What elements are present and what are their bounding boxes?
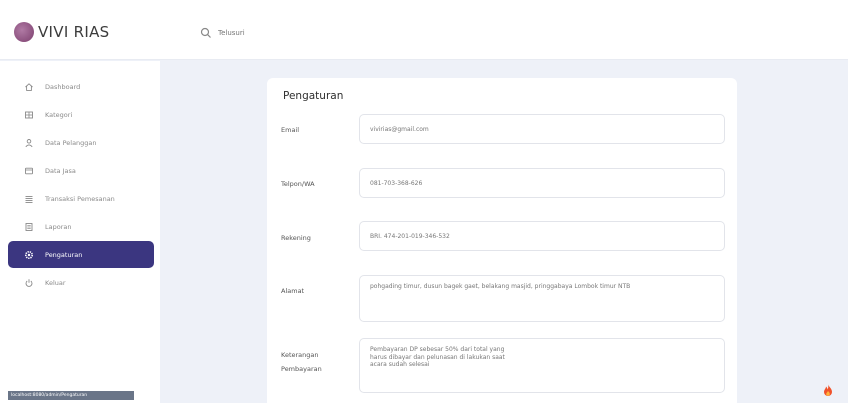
sidebar-item-label: Data Jasa [45, 166, 76, 175]
search-icon[interactable] [200, 27, 212, 39]
payment-note-field[interactable]: Pembayaran DP sebesar 50% dari total yan… [359, 338, 725, 393]
status-url-bar: localhost:8080/admin/Pengaturan [8, 391, 134, 400]
email-field[interactable] [359, 114, 725, 144]
settings-card: Pengaturan Email Telpon/WA Rekening Alam… [267, 78, 737, 403]
address-label: Alamat [281, 287, 305, 295]
search-input[interactable] [218, 29, 398, 37]
home-icon [25, 82, 33, 91]
sidebar-item-data-jasa[interactable]: Data Jasa [8, 157, 154, 184]
grid-icon [25, 111, 33, 118]
sidebar-item-label: Kategori [45, 110, 73, 119]
sidebar-item-data-pelanggan[interactable]: Data Pelanggan [8, 129, 154, 156]
sidebar-item-keluar[interactable]: Keluar [8, 269, 154, 296]
list-icon [25, 195, 33, 203]
sidebar-item-dashboard[interactable]: Dashboard [8, 73, 154, 100]
account-label: Rekening [281, 234, 311, 242]
top-bar: VIVI RIAS [0, 0, 848, 60]
search-bar [200, 27, 398, 39]
sidebar-item-pengaturan[interactable]: Pengaturan [8, 241, 154, 268]
payment-note-label-line2: Pembayaran [281, 365, 322, 373]
email-row: Email [281, 114, 727, 146]
phone-label: Telpon/WA [281, 180, 315, 188]
phone-row: Telpon/WA [281, 168, 727, 200]
account-field[interactable] [359, 221, 725, 251]
fire-icon[interactable] [823, 384, 833, 397]
sidebar-item-label: Keluar [45, 278, 66, 287]
sidebar: Dashboard Kategori Data Pelanggan Data J… [0, 61, 160, 403]
user-icon [25, 138, 33, 147]
sidebar-item-label: Data Pelanggan [45, 138, 97, 147]
sidebar-item-laporan[interactable]: Laporan [8, 213, 154, 240]
sidebar-item-transaksi-pemesanan[interactable]: Transaksi Pemesanan [8, 185, 154, 212]
power-icon [25, 278, 33, 287]
sidebar-item-label: Pengaturan [45, 250, 83, 259]
logo-icon [14, 22, 34, 42]
report-icon [25, 222, 33, 231]
phone-field[interactable] [359, 168, 725, 198]
sidebar-nav: Dashboard Kategori Data Pelanggan Data J… [8, 73, 154, 297]
sidebar-item-label: Laporan [45, 222, 72, 231]
address-row: Alamat pohgading timur, dusun bagek gaet… [281, 275, 727, 323]
payment-note-label-line1: Keterangan [281, 351, 319, 359]
payment-note-row: Keterangan Pembayaran Pembayaran DP sebe… [281, 338, 727, 394]
brand-name: VIVI RIAS [38, 23, 110, 41]
settings-icon [24, 250, 34, 259]
page-title: Pengaturan [283, 90, 344, 102]
sidebar-item-label: Transaksi Pemesanan [45, 194, 115, 203]
account-row: Rekening [281, 221, 727, 253]
sidebar-item-kategori[interactable]: Kategori [8, 101, 154, 128]
address-field[interactable]: pohgading timur, dusun bagek gaet, belak… [359, 275, 725, 322]
logo[interactable]: VIVI RIAS [14, 22, 109, 42]
sidebar-item-label: Dashboard [45, 82, 81, 91]
box-icon [25, 167, 33, 174]
email-label: Email [281, 126, 300, 134]
